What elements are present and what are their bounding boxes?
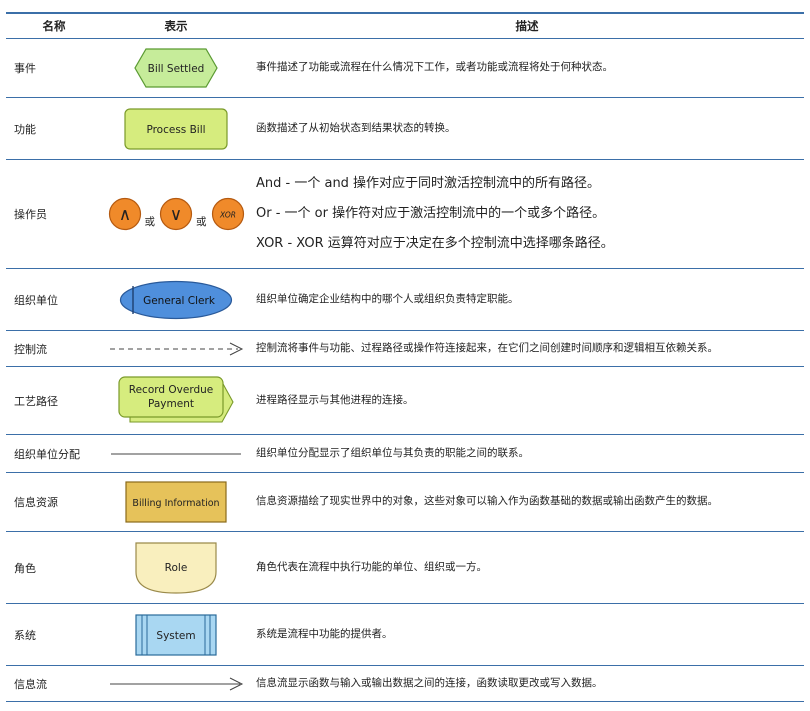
row-desc: 控制流将事件与功能、过程路径或操作符连接起来，在它们之间创建时间顺序和逻辑相互依… [250,330,804,367]
row-name: 信息流 [6,665,102,702]
xor-operator-icon: XOR [211,197,244,231]
row-name: 事件 [6,38,102,98]
function-rectangle-icon: Process Bill [124,107,228,150]
row-name: 组织单位分配 [6,434,102,473]
table-row-operator: 操作员 ∧ 或 ∨ 或 XOR And - 一个 and 操作对应于同时激活控制… [6,159,804,269]
table-row-role: 角色 Role 角色代表在流程中执行功能的单位、组织或一方。 [6,531,804,604]
table-row-info-flow: 信息流 信息流显示函数与输入或输出数据之间的连接，函数读取更改或写入数据。 [6,665,804,702]
process-path-label-1: Record Overdue [129,384,213,396]
table-row-info-resource: 信息资源 Billing Information 信息资源描绘了现实世界中的对象… [6,472,804,532]
org-unit-ellipse-icon: General Clerk [119,280,233,319]
solid-line-icon [111,453,241,454]
header-symbol: 表示 [102,12,250,39]
row-name: 工艺路径 [6,366,102,435]
header-desc: 描述 [250,12,804,39]
row-desc: 事件描述了功能或流程在什么情况下工作，或者功能或流程将处于何种状态。 [250,38,804,98]
svg-text:∨: ∨ [170,205,182,225]
table-row-org-unit: 组织单位 General Clerk 组织单位确定企业结构中的哪个人或组织负责特… [6,268,804,331]
row-name: 控制流 [6,330,102,367]
legend-table-container: 名称 表示 描述 事件 Bill Settled 事件描述了功能或流程在什么情况… [6,12,804,702]
row-desc: 角色代表在流程中执行功能的单位、组织或一方。 [250,531,804,604]
function-label: Process Bill [146,124,205,136]
table-row-process-path: 工艺路径 Record Overdue Payment 进程路径显示与其他进程的… [6,366,804,435]
or-separator: 或 [196,215,207,228]
solid-arrow-icon [110,677,244,690]
table-row-event: 事件 Bill Settled 事件描述了功能或流程在什么情况下工作，或者功能或… [6,38,804,98]
table-row-system: 系统 System 系统是流程中功能的提供者。 [6,603,804,666]
header-name: 名称 [6,12,102,39]
row-name: 组织单位 [6,268,102,331]
row-name: 系统 [6,603,102,666]
or-operator-icon: ∨ [159,197,193,231]
system-rectangle-icon: System [135,613,217,656]
or-desc: Or - 一个 or 操作符对应于激活控制流中的一个或多个路径。 [256,206,606,221]
process-path-icon: Record Overdue Payment [118,375,234,423]
process-path-label-2: Payment [148,398,194,410]
role-label: Role [165,562,188,574]
row-name: 角色 [6,531,102,604]
table-header-row: 名称 表示 描述 [6,12,804,39]
row-desc: 系统是流程中功能的提供者。 [250,603,804,666]
svg-text:∧: ∧ [118,205,130,225]
and-operator-icon: ∧ [108,197,141,231]
table-row-control-flow: 控制流 控制流将事件与功能、过程路径或操作符连接起来，在它们之间创建时间顺序和逻… [6,330,804,367]
row-desc: 信息流显示函数与输入或输出数据之间的连接，函数读取更改或写入数据。 [250,665,804,702]
event-label: Bill Settled [148,63,205,75]
row-desc: 组织单位确定企业结构中的哪个人或组织负责特定职能。 [250,268,804,331]
row-desc: And - 一个 and 操作对应于同时激活控制流中的所有路径。 Or - 一个… [250,159,804,269]
row-desc: 组织单位分配显示了组织单位与其负责的职能之间的联系。 [250,434,804,473]
role-shape-icon: Role [135,541,217,594]
xor-desc: XOR - XOR 运算符对应于决定在多个控制流中选择哪条路径。 [256,236,614,251]
event-hexagon-icon: Bill Settled [134,48,218,88]
row-desc: 函数描述了从初始状态到结果状态的转换。 [250,97,804,160]
dashed-arrow-icon [110,342,244,355]
system-label: System [156,630,195,642]
svg-text:XOR: XOR [219,211,236,220]
org-unit-label: General Clerk [143,295,216,307]
row-desc: 信息资源描绘了现实世界中的对象，这些对象可以输入作为函数基础的数据或输出函数产生… [250,472,804,532]
and-desc: And - 一个 and 操作对应于同时激活控制流中的所有路径。 [256,176,601,191]
row-name: 信息资源 [6,472,102,532]
epc-legend-table: 名称 表示 描述 事件 Bill Settled 事件描述了功能或流程在什么情况… [6,12,804,702]
row-name: 操作员 [6,159,102,269]
row-desc: 进程路径显示与其他进程的连接。 [250,366,804,435]
info-resource-label: Billing Information [132,498,219,509]
info-resource-rectangle-icon: Billing Information [125,481,227,523]
table-row-org-assignment: 组织单位分配 组织单位分配显示了组织单位与其负责的职能之间的联系。 [6,434,804,473]
table-row-function: 功能 Process Bill 函数描述了从初始状态到结果状态的转换。 [6,97,804,160]
operator-symbols: ∧ 或 ∨ 或 XOR [102,197,250,231]
or-separator: 或 [144,215,156,228]
row-name: 功能 [6,97,102,160]
